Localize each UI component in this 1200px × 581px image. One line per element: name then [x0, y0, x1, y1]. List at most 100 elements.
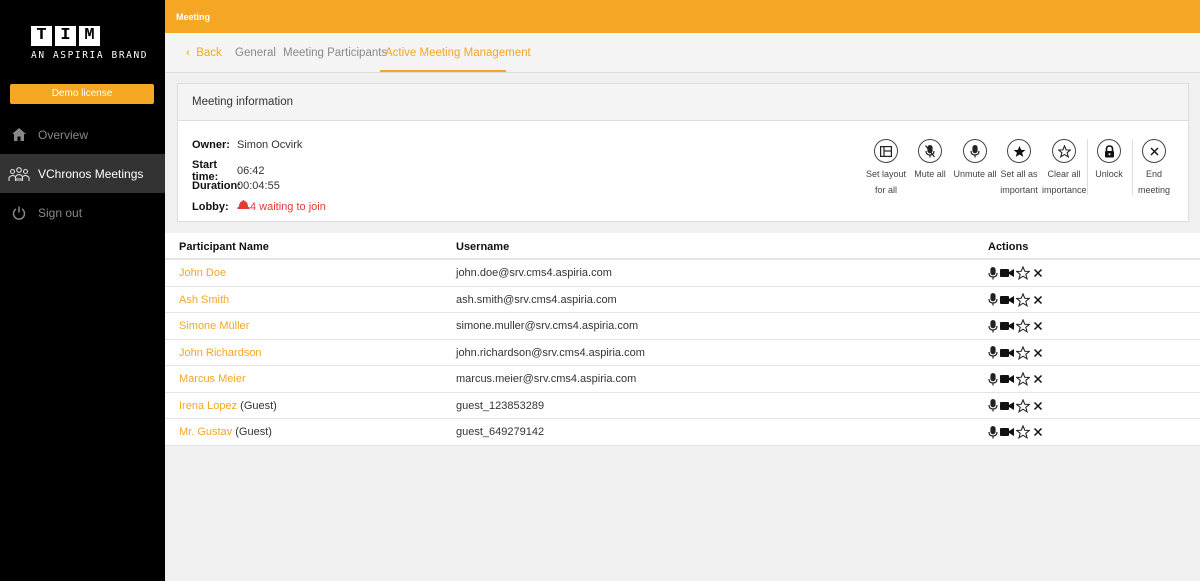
- star-outline-icon[interactable]: [1016, 372, 1030, 386]
- mic-icon[interactable]: [988, 372, 998, 386]
- waiting-bell-icon: [237, 200, 250, 213]
- star-outline-icon[interactable]: [1016, 425, 1030, 439]
- unlock-button[interactable]: Unlock: [1087, 139, 1131, 182]
- clear-importance-label: Clear all: [1047, 169, 1081, 179]
- brand-subtitle: AN ASPIRIA BRAND: [31, 50, 149, 61]
- close-icon: [1142, 139, 1166, 163]
- end-meeting-label: meeting: [1137, 185, 1171, 195]
- star-filled-icon: [1007, 139, 1031, 163]
- table-header: Participant Name Username Actions: [165, 233, 1200, 260]
- username-cell: guest_123853289: [456, 399, 545, 412]
- logo-letter: I: [55, 26, 76, 46]
- participant-name-link[interactable]: Ash Smith: [179, 294, 229, 306]
- row-actions: [988, 292, 1044, 307]
- participant-name-link[interactable]: John Richardson: [179, 347, 262, 359]
- close-icon[interactable]: [1032, 373, 1044, 385]
- row-actions: [988, 372, 1044, 386]
- row-actions: [988, 398, 1044, 413]
- back-button[interactable]: ‹ Back: [186, 47, 222, 59]
- sidebar-item-vchronos-meetings[interactable]: VChronos Meetings: [0, 154, 165, 193]
- sidebar-item-label: Overview: [38, 127, 89, 142]
- mic-icon[interactable]: [988, 266, 998, 280]
- close-icon[interactable]: [1032, 294, 1044, 306]
- logo-letter: M: [79, 26, 100, 46]
- logo-letter: T: [31, 26, 52, 46]
- participant-name-link[interactable]: Mr. Gustav: [179, 426, 232, 438]
- table-body: John Doe john.doe@srv.cms4.aspiria.com A…: [165, 260, 1200, 446]
- column-header-name: Participant Name: [179, 241, 269, 253]
- star-outline-icon[interactable]: [1016, 345, 1030, 360]
- row-actions: [988, 425, 1044, 439]
- username-cell: john.doe@srv.cms4.aspiria.com: [456, 267, 612, 279]
- tab-general[interactable]: General: [235, 47, 276, 59]
- close-icon[interactable]: [1032, 320, 1044, 332]
- column-header-actions: Actions: [988, 241, 1029, 253]
- table-row: Simone Müller simone.muller@srv.cms4.asp…: [165, 313, 1200, 340]
- mic-icon[interactable]: [988, 425, 998, 439]
- tab-bar: ‹ Back General Meeting Participants Acti…: [165, 33, 1200, 73]
- table-row: Mr. Gustav (Guest) guest_649279142: [165, 419, 1200, 446]
- close-icon[interactable]: [1032, 267, 1044, 279]
- username-cell: guest_649279142: [456, 426, 545, 438]
- set-layout-label: for all: [874, 185, 897, 195]
- star-outline-icon[interactable]: [1016, 266, 1030, 280]
- end-meeting-label: End: [1145, 169, 1162, 179]
- star-outline-icon[interactable]: [1016, 292, 1030, 307]
- page-title: Meeting: [176, 12, 211, 22]
- mute-all-button[interactable]: Mute all: [908, 139, 952, 182]
- participant-name-link[interactable]: Irena Lopez: [179, 400, 237, 412]
- camera-icon[interactable]: [1000, 427, 1014, 437]
- top-bar: Meeting: [165, 0, 1200, 33]
- sidebar-item-sign-out[interactable]: Sign out: [0, 193, 165, 232]
- camera-icon[interactable]: [1000, 374, 1014, 384]
- star-outline-icon: [1052, 139, 1076, 163]
- participant-name-link[interactable]: Simone Müller: [179, 320, 249, 332]
- sidebar-item-overview[interactable]: Overview: [0, 115, 165, 154]
- lobby-link[interactable]: 4 waiting to join: [237, 200, 326, 213]
- star-outline-icon[interactable]: [1016, 319, 1030, 333]
- mic-icon[interactable]: [988, 399, 998, 412]
- participants-table: Participant Name Username Actions John D…: [165, 233, 1200, 446]
- set-all-important-button[interactable]: Set all as important: [997, 139, 1041, 198]
- star-outline-icon[interactable]: [1016, 398, 1030, 413]
- close-icon[interactable]: [1032, 347, 1044, 359]
- clear-importance-button[interactable]: Clear all importance: [1042, 139, 1087, 198]
- chevron-left-icon: ‹: [186, 47, 190, 59]
- lobby-value: 4 waiting to join: [250, 200, 326, 213]
- unmute-all-button[interactable]: Unmute all: [953, 139, 997, 182]
- lock-icon: [1097, 139, 1121, 163]
- camera-icon[interactable]: [1000, 401, 1014, 411]
- column-header-username: Username: [456, 241, 510, 253]
- mic-icon[interactable]: [988, 293, 998, 306]
- sidebar-item-label: VChronos Meetings: [38, 166, 144, 181]
- end-meeting-button[interactable]: End meeting: [1132, 139, 1176, 198]
- clear-importance-label: importance: [1042, 185, 1087, 195]
- participant-name-link[interactable]: Marcus Meier: [179, 373, 246, 385]
- camera-icon[interactable]: [1000, 268, 1014, 278]
- tab-meeting-participants[interactable]: Meeting Participants: [283, 47, 387, 59]
- camera-icon[interactable]: [1000, 348, 1014, 358]
- set-important-label: Set all as: [1000, 169, 1038, 179]
- guest-tag: (Guest): [235, 426, 272, 438]
- table-row: John Richardson john.richardson@srv.cms4…: [165, 340, 1200, 366]
- meeting-info-card: Meeting information Owner: Simon Ocvirk …: [177, 83, 1189, 222]
- tab-active-meeting-management[interactable]: Active Meeting Management: [385, 47, 531, 59]
- close-icon[interactable]: [1032, 426, 1044, 438]
- active-tab-indicator: [380, 70, 506, 72]
- demo-license-button[interactable]: Demo license: [10, 84, 154, 104]
- set-layout-label: Set layout: [865, 169, 907, 179]
- close-icon[interactable]: [1032, 400, 1044, 412]
- table-row: Ash Smith ash.smith@srv.cms4.aspiria.com: [165, 287, 1200, 313]
- camera-icon[interactable]: [1000, 321, 1014, 331]
- mic-icon[interactable]: [988, 346, 998, 359]
- lobby-row: Lobby: 4 waiting to join: [192, 200, 326, 213]
- camera-icon[interactable]: [1000, 295, 1014, 305]
- participant-name-link[interactable]: John Doe: [179, 267, 226, 279]
- mute-all-label: Mute all: [914, 169, 946, 179]
- username-cell: simone.muller@srv.cms4.aspiria.com: [456, 320, 639, 332]
- table-row: Irena Lopez (Guest) guest_123853289: [165, 393, 1200, 419]
- layout-icon: [874, 139, 898, 163]
- back-label: Back: [196, 47, 222, 59]
- mic-icon[interactable]: [988, 319, 998, 333]
- set-layout-button[interactable]: Set layout for all: [864, 139, 908, 198]
